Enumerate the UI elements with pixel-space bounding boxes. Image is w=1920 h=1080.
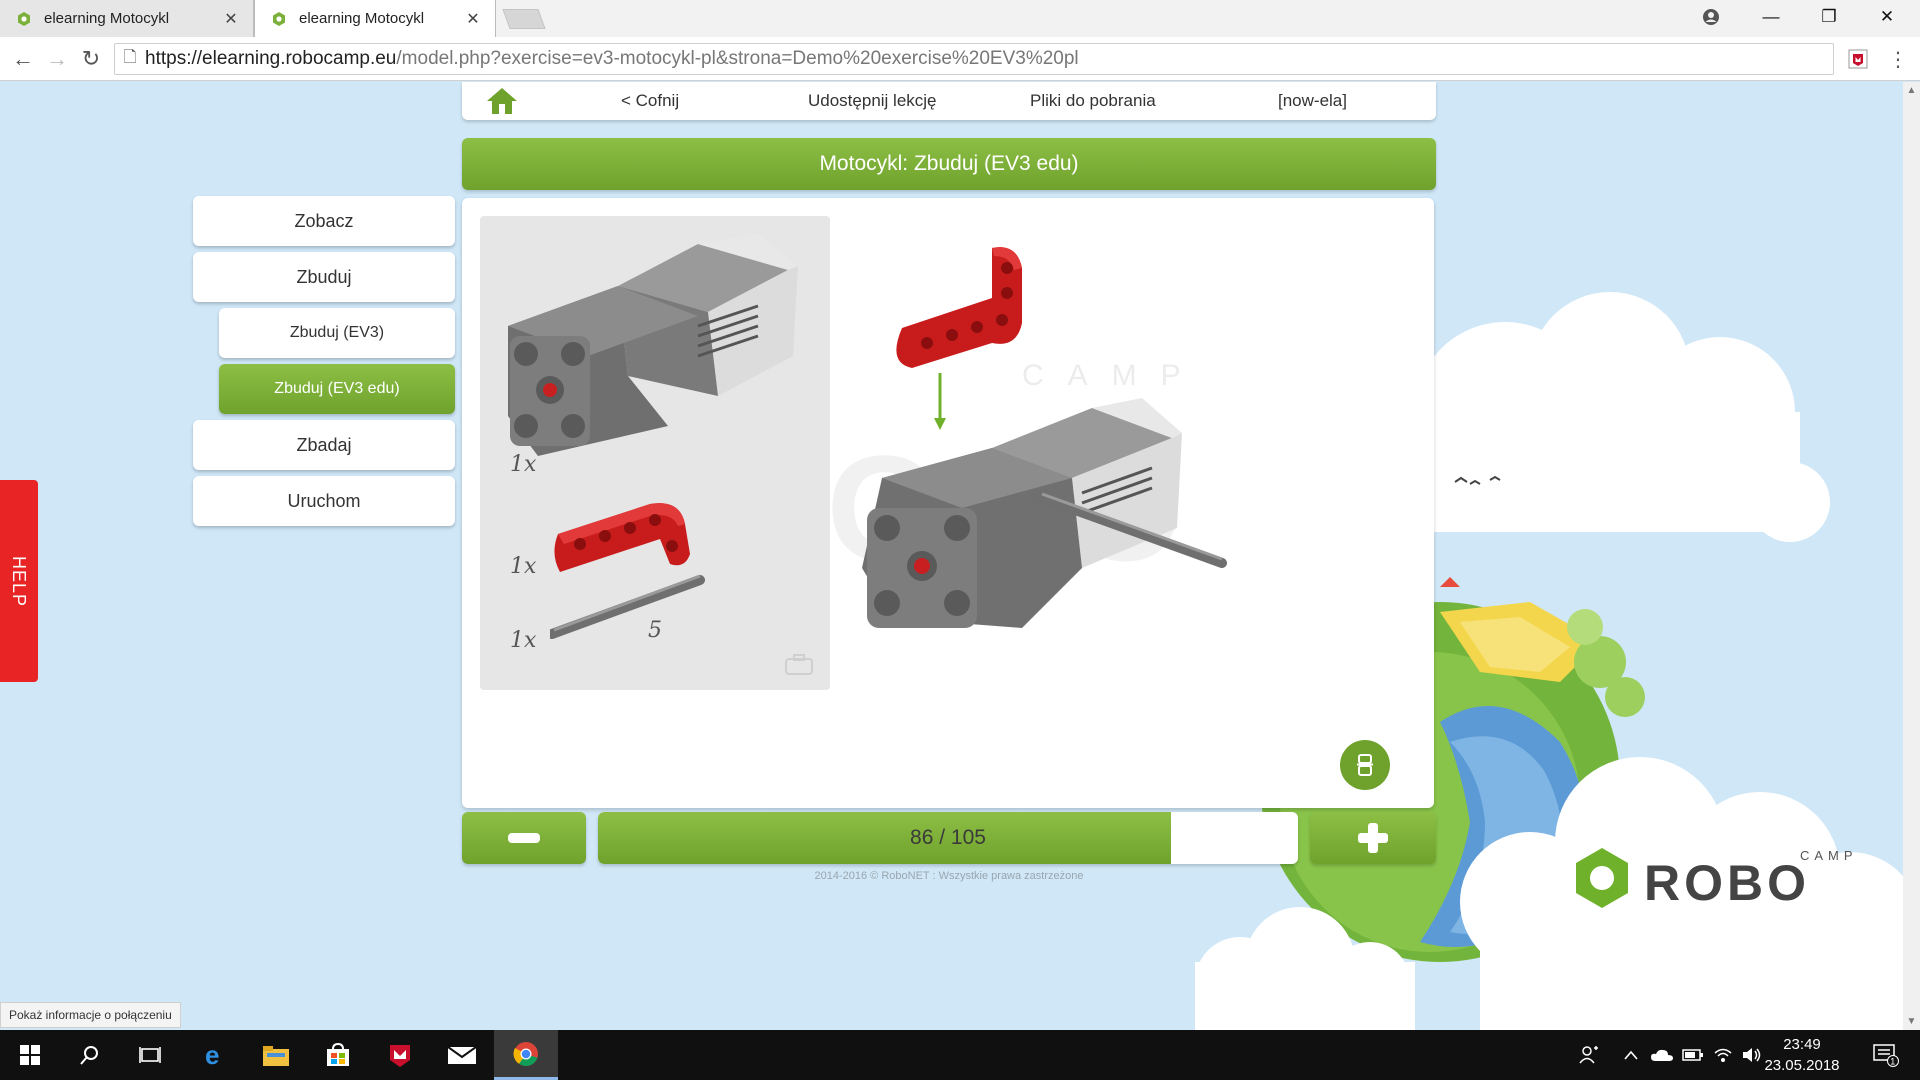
mcafee-extension-icon[interactable] — [1846, 47, 1870, 71]
windows-taskbar: e 23:49 23.05.2018 1 — [0, 1030, 1920, 1080]
task-view-icon[interactable] — [120, 1030, 180, 1080]
page-info-icon[interactable]: 🗋 — [115, 46, 145, 73]
new-tab-button[interactable] — [502, 9, 546, 29]
sidebar-item-uruchom[interactable]: Uruchom — [193, 476, 455, 526]
action-center-icon[interactable]: 1 — [1866, 1030, 1906, 1080]
robocamp-logo: CAMP ROBO — [1576, 848, 1853, 911]
show-hidden-icons[interactable] — [1620, 1030, 1642, 1080]
part-quantity: 1x — [510, 628, 537, 653]
address-bar[interactable]: 🗋 https://elearning.robocamp.eu/model.ph… — [114, 43, 1834, 75]
page-viewport: CAMP ROBO < Cofnij Udostępnij lekcję Pli… — [0, 82, 1920, 1030]
mail-icon[interactable] — [432, 1030, 492, 1080]
maximize-button[interactable]: ❐ — [1800, 0, 1858, 33]
close-window-button[interactable]: ✕ — [1858, 0, 1916, 33]
close-tab-icon[interactable]: ✕ — [461, 9, 485, 29]
start-button[interactable] — [0, 1030, 60, 1080]
url-text[interactable]: https://elearning.robocamp.eu/model.php?… — [145, 48, 1079, 70]
wifi-icon[interactable] — [1710, 1030, 1736, 1080]
tab-2[interactable]: elearning Motocykl ✕ — [254, 0, 496, 37]
step-counter: 86 / 105 — [910, 826, 986, 849]
connection-info-tooltip: Pokaż informacje o połączeniu — [0, 1002, 181, 1028]
back-button[interactable]: ← — [10, 46, 36, 72]
part-quantity: 1x — [510, 452, 537, 477]
user-link[interactable]: [now-ela] — [1278, 91, 1347, 111]
battery-icon[interactable] — [1680, 1030, 1706, 1080]
sidebar-item-zobacz[interactable]: Zobacz — [193, 196, 455, 246]
help-label: HELP — [9, 555, 30, 607]
vertical-scrollbar[interactable]: ▲ ▼ — [1903, 82, 1920, 1030]
url-path: /model.php?exercise=ev3-motocykl-pl&stro… — [396, 48, 1079, 69]
forward-button[interactable]: → — [44, 46, 70, 72]
file-explorer-icon[interactable] — [246, 1030, 306, 1080]
home-icon[interactable] — [484, 85, 520, 117]
clock-time: 23:49 — [1783, 1036, 1821, 1053]
axle-part — [550, 574, 705, 639]
chrome-menu-icon[interactable]: ⋮ — [1886, 47, 1910, 71]
sidebar-item-zbuduj-ev3[interactable]: Zbuduj (EV3) — [219, 308, 455, 358]
tab-title: elearning Motocykl — [299, 10, 425, 27]
search-icon[interactable] — [60, 1030, 120, 1080]
previous-step-button[interactable] — [462, 812, 586, 864]
url-host: https://elearning.robocamp.eu — [145, 48, 397, 69]
tab-1[interactable]: elearning Motocykl ✕ — [0, 0, 254, 37]
profile-icon[interactable] — [1682, 0, 1740, 33]
logo-word: ROBO — [1644, 855, 1810, 911]
briefcase-icon — [785, 654, 813, 675]
browser-toolbar: ← → ↻ 🗋 https://elearning.robocamp.eu/mo… — [0, 37, 1920, 81]
clock-date: 23.05.2018 — [1764, 1057, 1840, 1074]
copyright-text: 2014-2016 © RoboNET : Wszystkie prawa za… — [814, 870, 1084, 882]
people-icon[interactable] — [1574, 1030, 1604, 1080]
zoom-icon — [1357, 754, 1373, 776]
next-step-button[interactable] — [1310, 812, 1436, 864]
downloads-link[interactable]: Pliki do pobrania — [1030, 91, 1156, 111]
sidebar-item-zbuduj-ev3-edu[interactable]: Zbuduj (EV3 edu) — [219, 364, 455, 414]
onedrive-icon[interactable] — [1648, 1030, 1676, 1080]
minimize-button[interactable]: — — [1742, 0, 1800, 33]
step-progress-bar: 86 / 105 — [598, 812, 1298, 864]
notification-count: 1 — [1890, 1057, 1895, 1067]
scroll-up-icon[interactable]: ▲ — [1903, 82, 1920, 99]
volume-icon[interactable] — [1740, 1030, 1764, 1080]
back-link[interactable]: < Cofnij — [621, 91, 679, 111]
sidebar-item-zbadaj[interactable]: Zbadaj — [193, 420, 455, 470]
close-tab-icon[interactable]: ✕ — [219, 9, 243, 29]
minus-icon — [508, 833, 540, 843]
part-quantity: 1x — [510, 554, 537, 579]
instruction-panel: ROBO CAMP 1x — [462, 198, 1434, 808]
top-navigation: < Cofnij Udostępnij lekcję Pliki do pobr… — [462, 82, 1436, 120]
zoom-button[interactable] — [1340, 740, 1390, 790]
robocamp-favicon — [16, 11, 32, 27]
axle-size-label: 5 — [648, 618, 662, 643]
page-title: Motocykl: Zbuduj (EV3 edu) — [462, 138, 1436, 190]
robocamp-favicon — [271, 11, 287, 27]
tab-title: elearning Motocykl — [44, 10, 170, 27]
edge-browser-icon[interactable]: e — [184, 1030, 244, 1080]
parts-list: 1x 1x 1x 5 — [480, 216, 830, 690]
chrome-icon[interactable] — [494, 1030, 558, 1080]
share-lesson-link[interactable]: Udostępnij lekcję — [808, 91, 937, 111]
tab-strip: elearning Motocykl ✕ elearning Motocykl … — [0, 0, 1920, 37]
sidebar-item-zbuduj[interactable]: Zbuduj — [193, 252, 455, 302]
assembly-step-illustration — [862, 247, 1227, 628]
mcafee-icon[interactable] — [370, 1030, 430, 1080]
scroll-down-icon[interactable]: ▼ — [1903, 1013, 1920, 1030]
help-tab[interactable]: HELP — [0, 480, 38, 682]
store-icon[interactable] — [308, 1030, 368, 1080]
reload-button[interactable]: ↻ — [78, 46, 104, 72]
medium-motor-part — [508, 234, 798, 456]
svg-text:e: e — [205, 1043, 219, 1067]
plus-icon — [1358, 823, 1388, 853]
system-clock[interactable]: 23:49 23.05.2018 — [1762, 1034, 1842, 1076]
